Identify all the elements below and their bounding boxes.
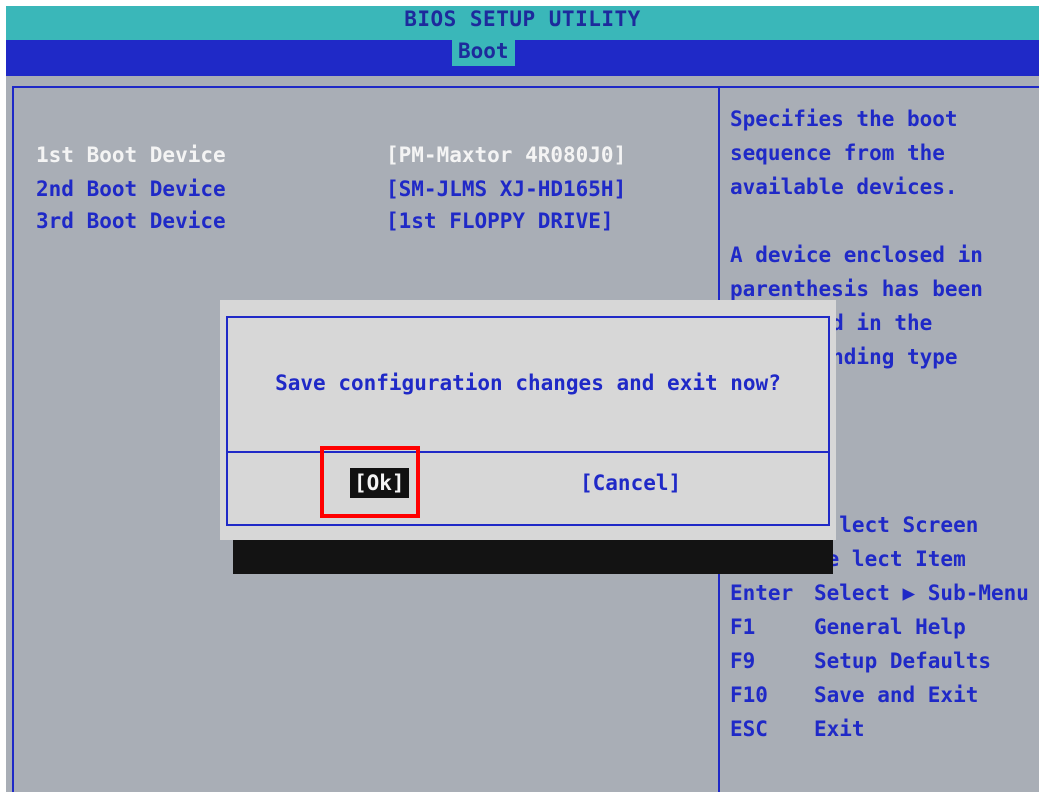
dialog-shadow <box>233 540 833 574</box>
key-name: F9 <box>730 649 756 673</box>
help-line: A device enclosed in <box>730 243 983 267</box>
key-desc: Se lect Item <box>814 547 966 571</box>
title-text: BIOS SETUP UTILITY <box>404 7 641 31</box>
dialog-separator <box>228 451 828 453</box>
key-desc: Select ▶ Sub-Menu <box>814 581 1029 605</box>
boot-device-value[interactable]: [1st FLOPPY DRIVE] <box>386 206 614 236</box>
key-name: ESC <box>730 717 768 741</box>
key-name: F10 <box>730 683 768 707</box>
key-name: Enter <box>730 581 794 605</box>
bios-screen: BIOS SETUP UTILITY Boot 1st Boot Device … <box>6 6 1039 792</box>
key-row: ESC Exit <box>730 712 1039 746</box>
key-desc: General Help <box>814 615 966 639</box>
help-line: sequence from the <box>730 141 945 165</box>
menu-bar: Boot <box>6 36 1039 76</box>
help-line: available devices. <box>730 175 958 199</box>
key-name: F1 <box>730 615 756 639</box>
title-bar: BIOS SETUP UTILITY <box>6 6 1039 40</box>
boot-device-label: 1st Boot Device <box>36 143 226 167</box>
key-desc: Exit <box>814 717 865 741</box>
dialog-message: Save configuration changes and exit now? <box>275 371 781 395</box>
dialog-frame: Save configuration changes and exit now?… <box>226 316 830 526</box>
key-row: F10 Save and Exit <box>730 678 1039 712</box>
key-row: Enter Select ▶ Sub-Menu <box>730 576 1039 610</box>
key-desc: lect Screen <box>814 513 979 537</box>
key-row: F9 Setup Defaults <box>730 644 1039 678</box>
boot-device-label: 2nd Boot Device <box>36 177 226 201</box>
cancel-button[interactable]: [Cancel] <box>580 468 681 498</box>
boot-device-label: 3rd Boot Device <box>36 209 226 233</box>
key-row: F1 General Help <box>730 610 1039 644</box>
help-line: Specifies the boot <box>730 107 958 131</box>
confirm-dialog: Save configuration changes and exit now?… <box>220 300 836 540</box>
focus-highlight <box>320 446 420 518</box>
tab-boot[interactable]: Boot <box>452 36 515 66</box>
help-line <box>730 204 1039 238</box>
boot-device-value[interactable]: [SM-JLMS XJ-HD165H] <box>386 174 626 204</box>
boot-device-value[interactable]: [PM-Maxtor 4R080J0] <box>386 140 626 170</box>
key-desc: Setup Defaults <box>814 649 992 673</box>
key-desc: Save and Exit <box>814 683 979 707</box>
